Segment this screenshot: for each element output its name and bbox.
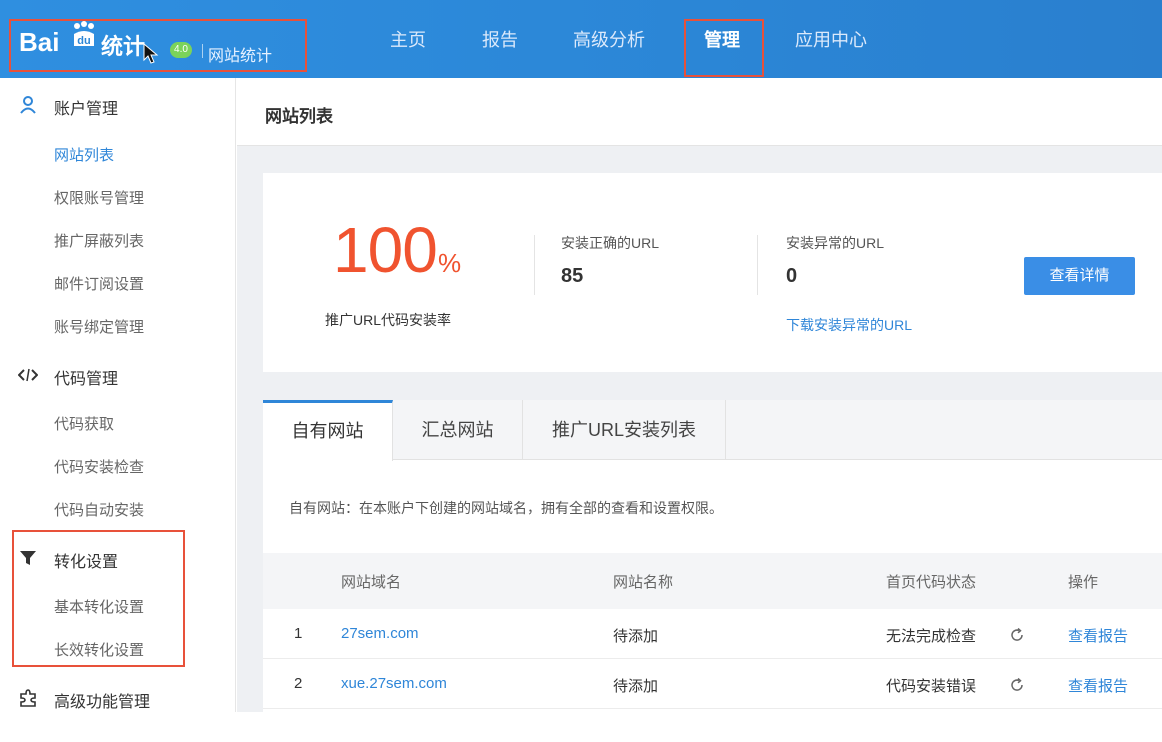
main-content: 网站列表 100 % 推广URL代码安装率 安装正确的URL 85 安装异常的U…	[237, 78, 1162, 712]
site-domain-link[interactable]: 27sem.com	[341, 625, 419, 642]
nav-app-center[interactable]: 应用中心	[795, 26, 867, 52]
nav-manage-highlight-box	[684, 19, 764, 77]
nav-reports[interactable]: 报告	[482, 26, 518, 52]
site-name: 待添加	[613, 628, 659, 645]
site-domain-link[interactable]: xue.27sem.com	[341, 675, 447, 692]
column-header-domain: 网站域名	[341, 574, 402, 591]
sidebar-item-email-subscription[interactable]: 邮件订阅设置	[54, 273, 144, 294]
column-header-site-name: 网站名称	[613, 574, 674, 591]
sidebar-item-site-list[interactable]: 网站列表	[54, 144, 114, 165]
tab-bar: 自有网站 汇总网站 推广URL安装列表	[263, 400, 1162, 461]
page-title: 网站列表	[265, 107, 333, 126]
sidebar-group-label: 代码管理	[54, 371, 119, 388]
code-icon	[18, 368, 38, 382]
nav-home[interactable]: 主页	[390, 26, 426, 52]
refresh-icon[interactable]	[1009, 677, 1025, 693]
tab-promo-url-install-list[interactable]: 推广URL安装列表	[523, 400, 726, 460]
row-index: 1	[294, 625, 303, 642]
baidu-paw-icon: du	[74, 21, 94, 47]
view-report-link[interactable]: 查看报告	[1068, 625, 1128, 646]
sidebar-group-advanced[interactable]: 高级功能管理	[0, 677, 236, 717]
error-url-label: 安装异常的URL	[786, 235, 885, 251]
page-header: 网站列表	[237, 78, 1162, 146]
bottom-blank-strip	[0, 712, 1162, 742]
install-rate-label: 推广URL代码安装率	[325, 312, 452, 328]
logo-tongji-text[interactable]: 统计	[101, 29, 145, 61]
view-details-button[interactable]: 查看详情	[1024, 257, 1135, 295]
sidebar-item-permission-accounts[interactable]: 权限账号管理	[54, 187, 144, 208]
logo-separator	[202, 44, 203, 58]
tab-description: 自有网站：在本账户下创建的网站域名，拥有全部的查看和设置权限。	[289, 500, 723, 516]
row-index: 2	[294, 675, 303, 692]
version-badge: 4.0	[170, 42, 192, 58]
logo-bai-text[interactable]: Bai	[19, 27, 59, 58]
download-error-urls-link[interactable]: 下载安装异常的URL	[786, 315, 912, 335]
sidebar-item-account-binding[interactable]: 账号绑定管理	[54, 316, 144, 337]
sidebar-item-promo-block-list[interactable]: 推广屏蔽列表	[54, 230, 144, 251]
sidebar-item-code-check[interactable]: 代码安装检查	[54, 456, 144, 477]
divider	[534, 235, 535, 295]
refresh-icon[interactable]	[1009, 627, 1025, 643]
puzzle-icon	[20, 689, 36, 707]
site-stats-label[interactable]: 网站统计	[208, 42, 272, 66]
install-rate-unit: %	[438, 248, 462, 278]
divider	[757, 235, 758, 295]
site-tabs-panel: 自有网站 汇总网站 推广URL安装列表 自有网站：在本账户下创建的网站域名，拥有…	[263, 400, 1162, 712]
table-row: 2 xue.27sem.com 待添加 代码安装错误 查看报告	[263, 659, 1162, 709]
tab-own-sites[interactable]: 自有网站	[263, 400, 393, 461]
code-status: 代码安装错误	[886, 678, 977, 695]
conversion-highlight-box	[12, 530, 185, 667]
sidebar-item-auto-install[interactable]: 代码自动安装	[54, 499, 144, 520]
user-icon	[20, 96, 36, 114]
svg-text:du: du	[77, 35, 90, 47]
install-stats-card: 100 % 推广URL代码安装率 安装正确的URL 85 安装异常的URL 0 …	[263, 173, 1162, 372]
nav-advanced-analysis[interactable]: 高级分析	[573, 26, 645, 52]
table-row: 1 27sem.com 待添加 无法完成检查 查看报告	[263, 609, 1162, 659]
sidebar-item-get-code[interactable]: 代码获取	[54, 413, 114, 434]
table-header: 网站域名 网站名称 首页代码状态 操作	[263, 553, 1162, 609]
ok-url-label: 安装正确的URL	[561, 235, 660, 251]
sidebar-group-label: 账户管理	[54, 101, 119, 118]
sidebar: 账户管理 网站列表 权限账号管理 推广屏蔽列表 邮件订阅设置 账号绑定管理 代码…	[0, 78, 236, 712]
install-rate-value: 100	[333, 214, 438, 286]
sidebar-group-label: 高级功能管理	[54, 694, 151, 711]
ok-url-value: 85	[561, 265, 584, 287]
site-name: 待添加	[613, 678, 659, 695]
mouse-cursor-icon	[143, 43, 159, 64]
sidebar-group-code[interactable]: 代码管理	[0, 354, 236, 394]
tab-summary-sites[interactable]: 汇总网站	[393, 400, 523, 460]
view-report-link[interactable]: 查看报告	[1068, 675, 1128, 696]
top-nav-bar: Bai du 统计 4.0 网站统计 主页 报告 高级分析 管理 应用中心	[0, 0, 1162, 78]
sidebar-group-account[interactable]: 账户管理	[0, 84, 236, 124]
column-header-actions: 操作	[1068, 574, 1099, 591]
error-url-value: 0	[786, 265, 798, 287]
code-status: 无法完成检查	[886, 628, 977, 645]
column-header-code-status: 首页代码状态	[886, 574, 977, 591]
